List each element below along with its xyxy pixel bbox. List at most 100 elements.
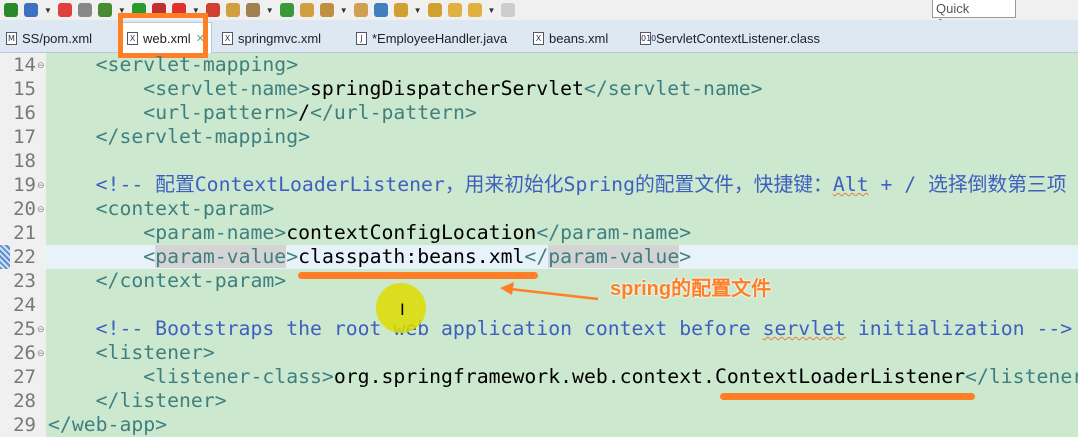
code-line[interactable]: <listener> <box>48 341 215 365</box>
xml-tag: param-value <box>155 245 287 268</box>
quick-access-input[interactable]: Quick Access <box>932 0 1016 31</box>
text-cursor-icon: I <box>400 300 405 319</box>
line-number: 17 <box>13 126 36 148</box>
code-line[interactable]: <servlet-mapping> <box>48 53 298 77</box>
code-line[interactable]: </listener> <box>48 389 227 413</box>
new-class-icon[interactable] <box>245 3 260 17</box>
chevron-down-icon[interactable]: ▼ <box>340 6 348 15</box>
code-comment: + / 选择倒数第三项 --> <box>880 173 1067 196</box>
xml-tag: <listener> <box>95 341 215 364</box>
tab--employeehandler-java[interactable]: J *EmployeeHandler.java <box>356 26 507 50</box>
fold-toggle-icon[interactable]: ⊖ <box>37 173 45 197</box>
xml-tag: </context-param> <box>95 269 287 292</box>
tab-label: springmvc.xml <box>238 30 322 46</box>
fold-toggle-icon[interactable]: ⊖ <box>37 197 45 221</box>
line-number: 20 <box>13 198 36 220</box>
annotation-note: spring的配置文件 <box>610 278 772 300</box>
globe-icon[interactable] <box>373 3 388 17</box>
file-icon: M <box>6 31 17 45</box>
new-package-icon[interactable] <box>225 3 240 17</box>
open-type-icon[interactable] <box>319 3 334 17</box>
chevron-down-icon[interactable]: ▼ <box>266 6 274 15</box>
code-comment: initialization --> <box>845 317 1073 340</box>
line-number: 15 <box>13 78 36 100</box>
refresh-icon[interactable] <box>279 3 294 17</box>
xml-tag: </servlet-name> <box>583 77 763 100</box>
tab-label: ServletContextListener.class <box>656 30 821 46</box>
code-line[interactable]: <!-- Bootstraps the root web application… <box>48 317 1073 341</box>
tab-beans-xml[interactable]: Xbeans.xml <box>533 26 608 50</box>
open-folder-icon[interactable] <box>299 3 314 17</box>
fold-toggle-icon[interactable]: ⊖ <box>37 53 45 77</box>
line-number: 16 <box>13 102 36 124</box>
search-icon[interactable] <box>353 3 368 17</box>
back-icon[interactable] <box>467 3 482 17</box>
line-number: 18 <box>13 150 36 172</box>
text-value: / <box>298 101 311 124</box>
tab-label: SS/pom.xml <box>22 30 93 46</box>
text-value: org.springframework.web.context.ContextL… <box>333 365 966 388</box>
file-icon: X <box>222 31 233 45</box>
code-line[interactable]: <param-value>classpath:beans.xml</param-… <box>48 245 691 269</box>
xml-tag: </servlet-mapping> <box>95 125 311 148</box>
code-comment: Alt <box>832 173 869 196</box>
xml-tag: </web-app> <box>48 413 168 436</box>
code-line[interactable]: <url-pattern>/</url-pattern> <box>48 101 477 125</box>
underline-annotation <box>298 272 538 279</box>
line-number: 25 <box>13 318 36 340</box>
line-number-gutter: 14 ⊖ 15 16 17 18 19 ⊖ 20 ⊖ 21 22 23 24 25 ⊖ 26 ⊖ 27 28 29 <box>0 53 46 437</box>
code-line[interactable]: <context-param> <box>48 197 275 221</box>
line-number: 28 <box>13 390 36 412</box>
fold-toggle-icon[interactable]: ⊖ <box>37 317 45 341</box>
chevron-down-icon[interactable]: ▼ <box>488 6 496 15</box>
code-line[interactable]: <!-- 配置ContextLoaderListener，用来初始化Spring… <box>48 173 1078 197</box>
code-line[interactable]: </web-app> <box>48 413 167 437</box>
fold-toggle-icon[interactable]: ⊖ <box>37 341 45 365</box>
prev-annotation-icon[interactable] <box>427 3 442 17</box>
xml-tag: <url-pattern> <box>143 101 299 124</box>
chevron-down-icon[interactable]: ▼ <box>44 6 52 15</box>
code-line[interactable]: <listener-class>org.springframework.web.… <box>48 365 1078 389</box>
highlight-box-annotation <box>118 13 208 58</box>
code-comment: servlet <box>762 317 846 340</box>
last-edit-icon[interactable] <box>447 3 462 17</box>
xml-tag: <param-name> <box>143 221 287 244</box>
spring-boot-icon[interactable] <box>4 3 18 17</box>
code-comment: <!-- Bootstraps the root web application… <box>95 317 763 340</box>
code-editor[interactable]: <servlet-mapping> <servlet-name>springDi… <box>46 53 1078 437</box>
code-line[interactable]: </context-param> <box>48 269 287 293</box>
debug-icon[interactable] <box>77 3 92 17</box>
tab-ss-pom-xml[interactable]: M SS/pom.xml <box>6 26 92 50</box>
xml-tag: > <box>679 245 692 268</box>
code-line[interactable]: </servlet-mapping> <box>48 125 310 149</box>
line-number: 21 <box>13 222 36 244</box>
xml-tag: < <box>143 245 156 268</box>
code-line[interactable]: <param-name>contextConfigLocation</param… <box>48 221 691 245</box>
xml-tag: > <box>286 245 299 268</box>
tab-label: beans.xml <box>549 30 609 46</box>
xml-tag: </listener> <box>95 389 227 412</box>
text-value: classpath:beans.xml <box>298 245 525 268</box>
sync-icon[interactable] <box>57 3 72 17</box>
line-number: 14 <box>13 54 36 76</box>
xml-tag: <context-param> <box>95 197 275 220</box>
next-annotation-icon[interactable] <box>393 3 408 17</box>
occurrence-marker <box>0 245 10 269</box>
file-icon: X <box>533 31 544 45</box>
line-number: 24 <box>13 294 36 316</box>
text-value: springDispatcherServlet <box>310 77 584 100</box>
xml-tag: </param-name> <box>536 221 692 244</box>
line-number: 23 <box>13 270 36 292</box>
forward-icon[interactable] <box>501 3 516 17</box>
file-icon: J <box>356 31 367 45</box>
tab-springmvc-xml[interactable]: Xspringmvc.xml <box>222 26 321 50</box>
xml-tag: </url-pattern> <box>310 101 477 124</box>
code-line[interactable]: <servlet-name>springDispatcherServlet</s… <box>48 77 763 101</box>
chevron-down-icon[interactable]: ▼ <box>414 6 422 15</box>
tab-servletcontextlistener-class[interactable]: 010 ServletContextListener.class <box>640 26 820 50</box>
task-icon[interactable] <box>24 3 38 17</box>
bug-icon[interactable] <box>97 3 112 17</box>
xml-tag: <servlet-mapping> <box>95 53 299 76</box>
underline-annotation <box>720 393 975 400</box>
text-value: contextConfigLocation <box>286 221 537 244</box>
